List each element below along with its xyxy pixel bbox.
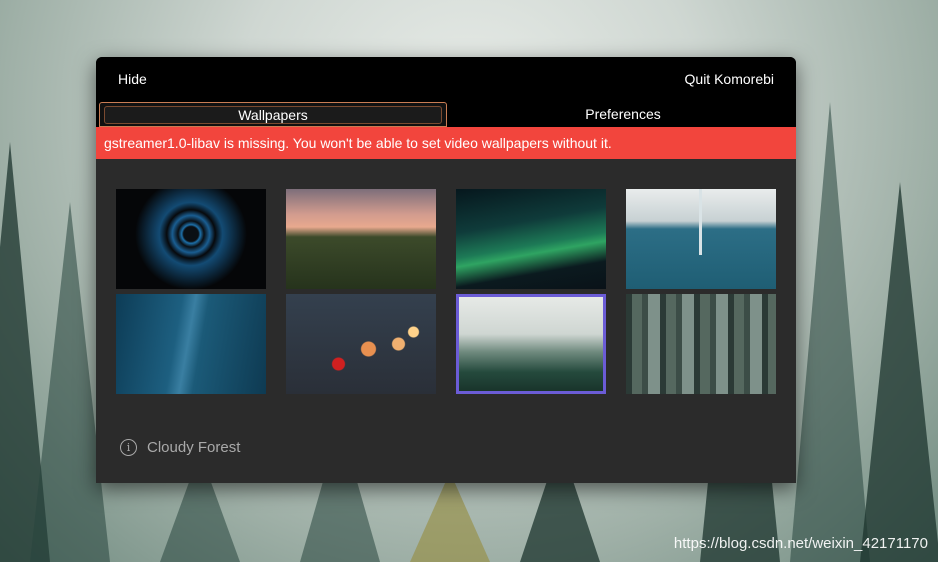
hide-button[interactable]: Hide <box>118 71 147 87</box>
wallpaper-thumb-misty-woods[interactable] <box>626 294 776 394</box>
info-icon: i <box>120 439 137 456</box>
selected-wallpaper-name: Cloudy Forest <box>147 439 241 456</box>
missing-dependency-banner: gstreamer1.0-libav is missing. You won't… <box>96 127 796 159</box>
quit-button[interactable]: Quit Komorebi <box>685 71 774 87</box>
tab-preferences[interactable]: Preferences <box>450 101 796 127</box>
wallpaper-thumb-sunset-hills[interactable] <box>286 189 436 289</box>
tab-preferences-label: Preferences <box>585 106 661 122</box>
wallpaper-thumb-blue-light-swirl[interactable] <box>116 189 266 289</box>
tab-wallpapers-label: Wallpapers <box>238 107 308 123</box>
selected-wallpaper-caption: i Cloudy Forest <box>120 439 240 456</box>
banner-message: gstreamer1.0-libav is missing. You won't… <box>104 135 612 151</box>
wallpaper-thumb-aerial-ocean-pier[interactable] <box>626 189 776 289</box>
komorebi-window: Hide Quit Komorebi Wallpapers Preference… <box>96 57 796 483</box>
wallpaper-thumb-bokeh-lights[interactable] <box>286 294 436 394</box>
window-header: Hide Quit Komorebi <box>96 57 796 101</box>
watermark-text: https://blog.csdn.net/weixin_42171170 <box>673 535 928 552</box>
tab-bar: Wallpapers Preferences <box>96 101 796 127</box>
wallpaper-thumb-cloudy-forest[interactable] <box>456 294 606 394</box>
wallpaper-thumb-blue-waves[interactable] <box>116 294 266 394</box>
wallpaper-thumb-aurora[interactable] <box>456 189 606 289</box>
wallpaper-grid <box>116 189 776 394</box>
tab-wallpapers[interactable]: Wallpapers <box>99 102 447 127</box>
